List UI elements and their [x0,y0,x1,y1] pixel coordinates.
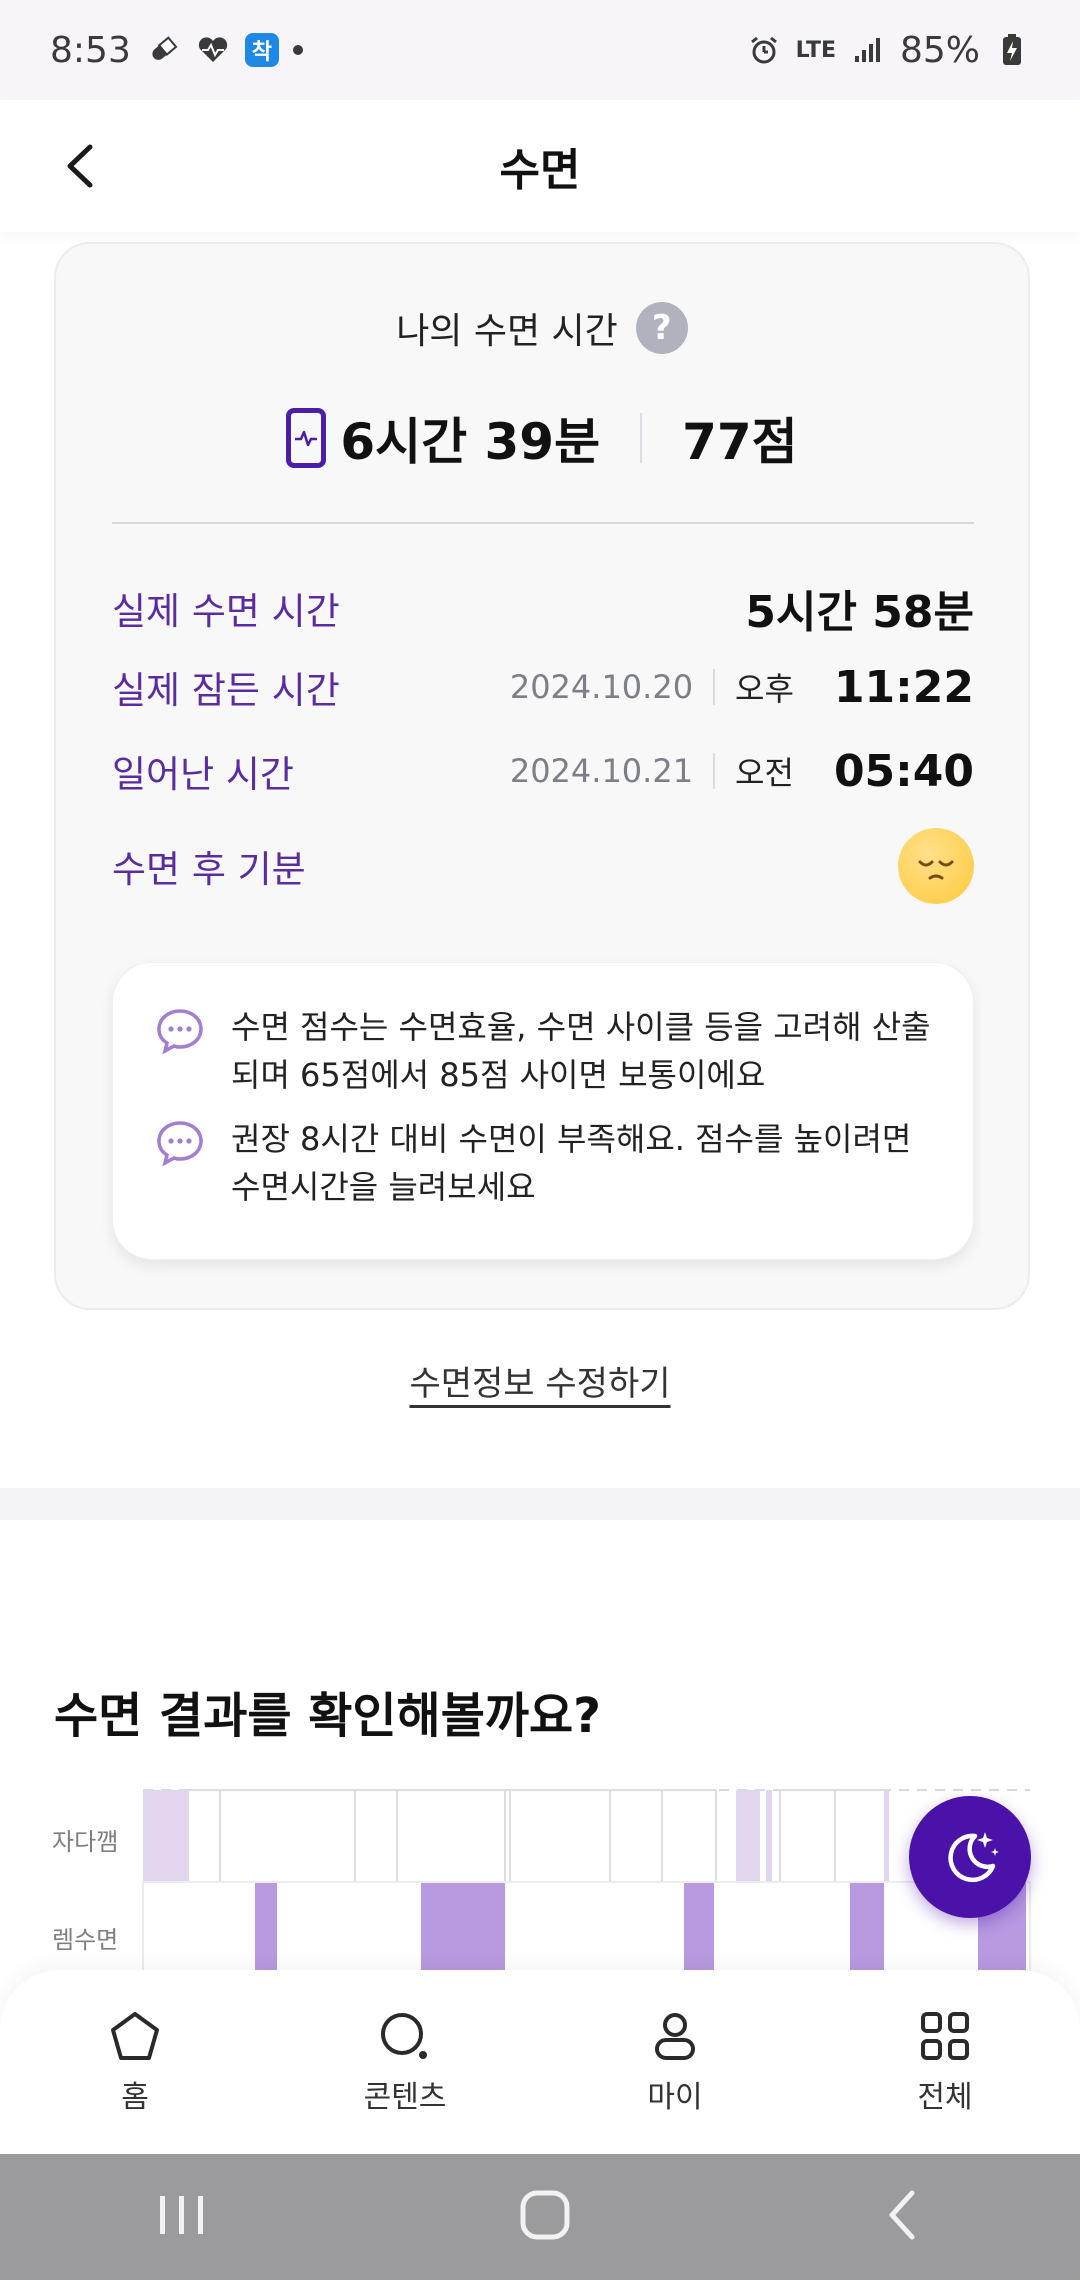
tip-item: 수면 점수는 수면효율, 수면 사이클 등을 고려해 산출되며 65점에서 85… [155,1003,935,1099]
awake-bar [746,1790,760,1882]
woke-up-date: 2024.10.21 [509,752,694,790]
app-badge-icon: 착 [244,33,279,67]
home-button[interactable] [515,2185,575,2249]
phone-tracking-icon [286,408,327,468]
grid-icon [921,2012,969,2060]
rem-bar [684,1882,714,1980]
sleep-summary-card: 나의 수면 시간 ? 6시간 39분 77점 실제 수면 시간 5시간 58분 … [54,242,1030,1310]
rem-bar [255,1882,277,1980]
tip-text: 수면 점수는 수면효율, 수면 사이클 등을 고려해 산출되며 65점에서 85… [231,1008,931,1094]
nav-label: 콘텐츠 [363,2080,447,2115]
rem-bar [421,1882,505,1980]
fell-asleep-ampm: 오후 [735,670,794,708]
back-button[interactable] [50,136,110,196]
card-divider [112,522,974,524]
nav-label: 마이 [647,2080,703,2115]
tip-text: 권장 8시간 대비 수면이 부족해요. 점수를 높이려면 수면시간을 늘려보세요 [231,1120,912,1206]
row-label: 일어난 시간 [112,753,294,796]
rem-bar [850,1882,884,1980]
awake-bar [766,1790,772,1882]
nav-home[interactable]: 홈 [0,1970,270,2154]
fell-asleep-row: 실제 잠든 시간 2024.10.20 오후 11:22 [112,660,974,714]
signal-icon [850,32,886,68]
row-divider [713,753,716,789]
help-icon[interactable]: ? [635,302,688,354]
fell-asleep-time: 11:22 [833,661,974,713]
alarm-icon [746,32,782,68]
row-label: 실제 수면 시간 [112,590,340,633]
home-square-icon [520,2190,570,2240]
chat-bubble-icon [155,1119,207,1211]
fell-asleep-date: 2024.10.20 [509,668,694,706]
row-label: 실제 잠든 시간 [112,669,340,712]
nav-contents[interactable]: 콘텐츠 [270,1970,540,2154]
network-type: LTE [795,37,836,63]
sleep-time-heading: 나의 수면 시간 [396,311,618,352]
person-icon [655,2013,695,2060]
awake-bar [736,1790,746,1882]
system-navigation-bar [0,2154,1080,2280]
search-icon [381,2013,427,2059]
battery-charging-icon [994,32,1030,68]
status-time: 8:53 [50,29,131,71]
top-app-bar: 수면 [0,100,1080,232]
battery-percent: 85% [899,29,980,71]
sleep-duration: 6시간 39분 [340,413,601,471]
pill-icon [145,32,181,68]
awake-bar [885,1790,889,1882]
section-separator [0,1488,1080,1520]
nav-label: 홈 [121,2080,149,2115]
actual-sleep-value: 5시간 58분 [745,587,974,638]
sleep-mode-fab[interactable] [909,1796,1031,1918]
system-back-button[interactable] [878,2185,928,2249]
back-chevron-icon [889,2190,915,2240]
page-title: 수면 [499,145,581,196]
awake-bar [143,1790,188,1882]
nav-all[interactable]: 전체 [810,1970,1080,2154]
nav-my[interactable]: 마이 [540,1970,810,2154]
recents-icon [159,2196,203,2234]
chevron-left-icon [67,144,93,188]
summary-divider [640,413,643,463]
notification-dot-icon [292,45,303,55]
woke-up-row: 일어난 시간 2024.10.21 오전 05:40 [112,744,974,798]
home-pentagon-icon [111,2012,159,2060]
sleep-score: 77점 [682,413,798,471]
heart-pulse-icon [195,32,231,68]
status-bar: 8:53 착 LTE 85% [0,0,1080,100]
woke-up-time: 05:40 [833,745,974,797]
tip-item: 권장 8시간 대비 수면이 부족해요. 점수를 높이려면 수면시간을 늘려보세요 [155,1115,935,1211]
mood-row: 수면 후 기분 [112,828,974,904]
nav-label: 전체 [917,2080,973,2115]
actual-sleep-row: 실제 수면 시간 5시간 58분 [112,576,974,640]
row-label: 수면 후 기분 [112,848,306,891]
sleepy-face-icon [898,828,974,904]
moon-stars-icon [948,1832,999,1883]
results-title: 수면 결과를 확인해볼까요? [54,1688,602,1744]
bottom-navigation: 홈 콘텐츠 마이 전체 [0,1970,1080,2154]
edit-sleep-info-link-wrap: 수면정보 수정하기 [0,1356,1080,1405]
chat-bubble-icon [155,1007,207,1099]
woke-up-ampm: 오전 [735,754,794,792]
row-divider [713,669,716,705]
score-tips-box: 수면 점수는 수면효율, 수면 사이클 등을 고려해 산출되며 65점에서 85… [112,962,974,1260]
edit-sleep-info-link[interactable]: 수면정보 수정하기 [409,1364,670,1404]
recents-button[interactable] [152,2190,212,2244]
